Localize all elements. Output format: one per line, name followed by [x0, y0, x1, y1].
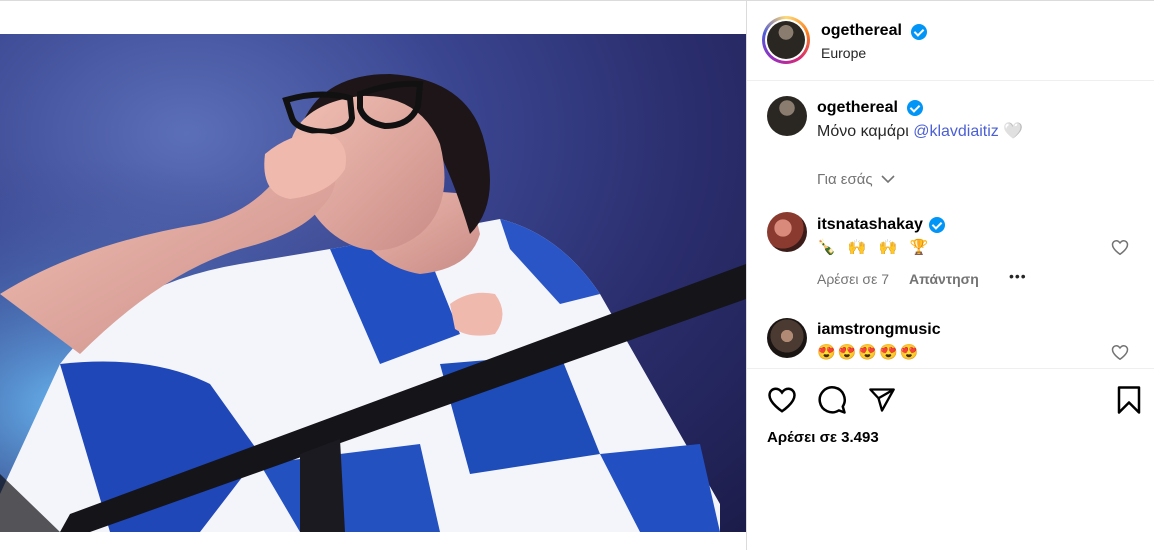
paper-plane-icon[interactable] [868, 386, 896, 414]
commenter-avatar[interactable] [767, 318, 807, 358]
comment-username[interactable]: itsnatashakay [817, 216, 923, 234]
caption-text: Μόνο καμάρι @klavdiaitiz 🤍 [817, 121, 1023, 141]
bookmark-icon[interactable] [1116, 385, 1142, 415]
caption-username[interactable]: ogethereal [817, 99, 898, 117]
comment-text: 🍾 🙌 🙌 🏆 [817, 239, 933, 256]
caption-prefix: Μόνο καμάρι [817, 123, 909, 140]
post-photo-illustration [0, 34, 746, 532]
comment-username[interactable]: iamstrongmusic [817, 321, 941, 339]
divider [747, 368, 1154, 369]
heart-icon[interactable] [767, 386, 797, 414]
verified-badge-icon [911, 24, 927, 40]
comment-icon[interactable] [817, 385, 847, 415]
comment-text: 😍😍😍😍😍 [817, 344, 921, 361]
verified-badge-icon [929, 217, 945, 233]
divider [0, 0, 746, 1]
comment-reply-button[interactable]: Απάντηση [909, 271, 979, 287]
commenter-avatar[interactable] [767, 212, 807, 252]
translation-label: Για εσάς [817, 171, 873, 188]
caption-emoji: 🤍 [1003, 123, 1024, 140]
post-photo[interactable] [0, 34, 746, 532]
more-options-icon[interactable]: ••• [1009, 268, 1027, 284]
post-location[interactable]: Europe [821, 45, 866, 61]
post-header: ogethereal Europe [747, 0, 1154, 81]
likes-count[interactable]: Αρέσει σε 3.493 [767, 429, 879, 446]
verified-badge-icon [907, 100, 923, 116]
avatar[interactable] [767, 96, 807, 136]
comment-like-heart-icon[interactable] [1111, 344, 1129, 361]
caption-mention[interactable]: @klavdiaitiz [913, 123, 999, 140]
author-username[interactable]: ogethereal [821, 22, 902, 40]
translation-link[interactable]: Για εσάς [817, 171, 895, 188]
comment-like-heart-icon[interactable] [1111, 239, 1129, 256]
post-media-pane [0, 0, 747, 550]
post-sidebar: ogethereal Europe ogethereal Μόνο καμάρι… [747, 0, 1154, 550]
comment-likes[interactable]: Αρέσει σε 7 [817, 271, 889, 287]
chevron-down-icon [881, 175, 895, 184]
avatar[interactable] [767, 21, 805, 59]
